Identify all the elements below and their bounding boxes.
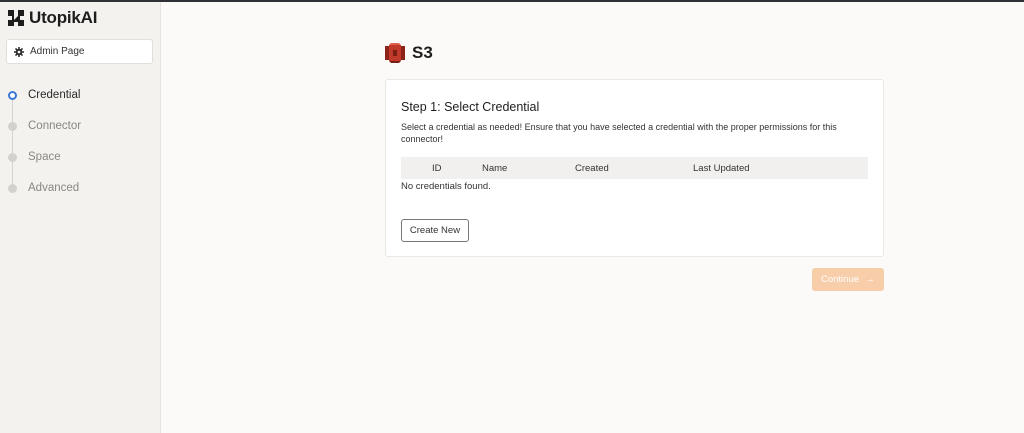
utopikai-logo-icon — [8, 10, 24, 26]
card-title: Step 1: Select Credential — [401, 100, 540, 114]
credential-card: Step 1: Select Credential Select a crede… — [385, 79, 884, 257]
page-title: S3 — [412, 43, 433, 62]
brand: UtopikAI — [8, 8, 97, 28]
page-header: S3 — [385, 43, 433, 63]
admin-page-label: Admin Page — [30, 46, 85, 57]
step-label: Connector — [28, 120, 82, 132]
column-header-name[interactable]: Name — [482, 163, 507, 174]
brand-name: UtopikAI — [29, 8, 98, 27]
step-label: Space — [28, 151, 61, 163]
step-indicator — [8, 121, 17, 131]
step-indicator — [8, 183, 17, 193]
sidebar: UtopikAI Admin Page Credential Connector… — [0, 2, 161, 433]
step-connector-line — [12, 100, 13, 188]
continue-button[interactable]: Continue → — [812, 268, 884, 291]
admin-page-button[interactable]: Admin Page — [6, 39, 153, 64]
column-header-last-updated[interactable]: Last Updated — [693, 163, 750, 174]
gear-icon — [14, 46, 24, 57]
create-new-button[interactable]: Create New — [401, 219, 469, 242]
step-indicator — [8, 152, 17, 162]
step-label: Advanced — [28, 182, 80, 194]
step-connector[interactable]: Connector — [0, 116, 161, 136]
column-header-created[interactable]: Created — [575, 163, 609, 174]
step-indicator-active — [8, 90, 17, 100]
column-header-id[interactable]: ID — [432, 163, 442, 174]
step-label: Credential — [28, 89, 81, 101]
main-content: S3 Step 1: Select Credential Select a cr… — [161, 2, 1024, 433]
arrow-right-icon: → — [865, 274, 876, 285]
empty-state-text: No credentials found. — [401, 181, 491, 192]
step-credential[interactable]: Credential — [0, 85, 161, 105]
step-space[interactable]: Space — [0, 147, 161, 167]
s3-bucket-icon — [385, 43, 405, 63]
credentials-table-header: ID Name Created Last Updated — [401, 157, 868, 179]
card-description: Select a credential as needed! Ensure th… — [401, 122, 837, 144]
continue-label: Continue — [820, 274, 860, 285]
step-advanced[interactable]: Advanced — [0, 178, 161, 198]
